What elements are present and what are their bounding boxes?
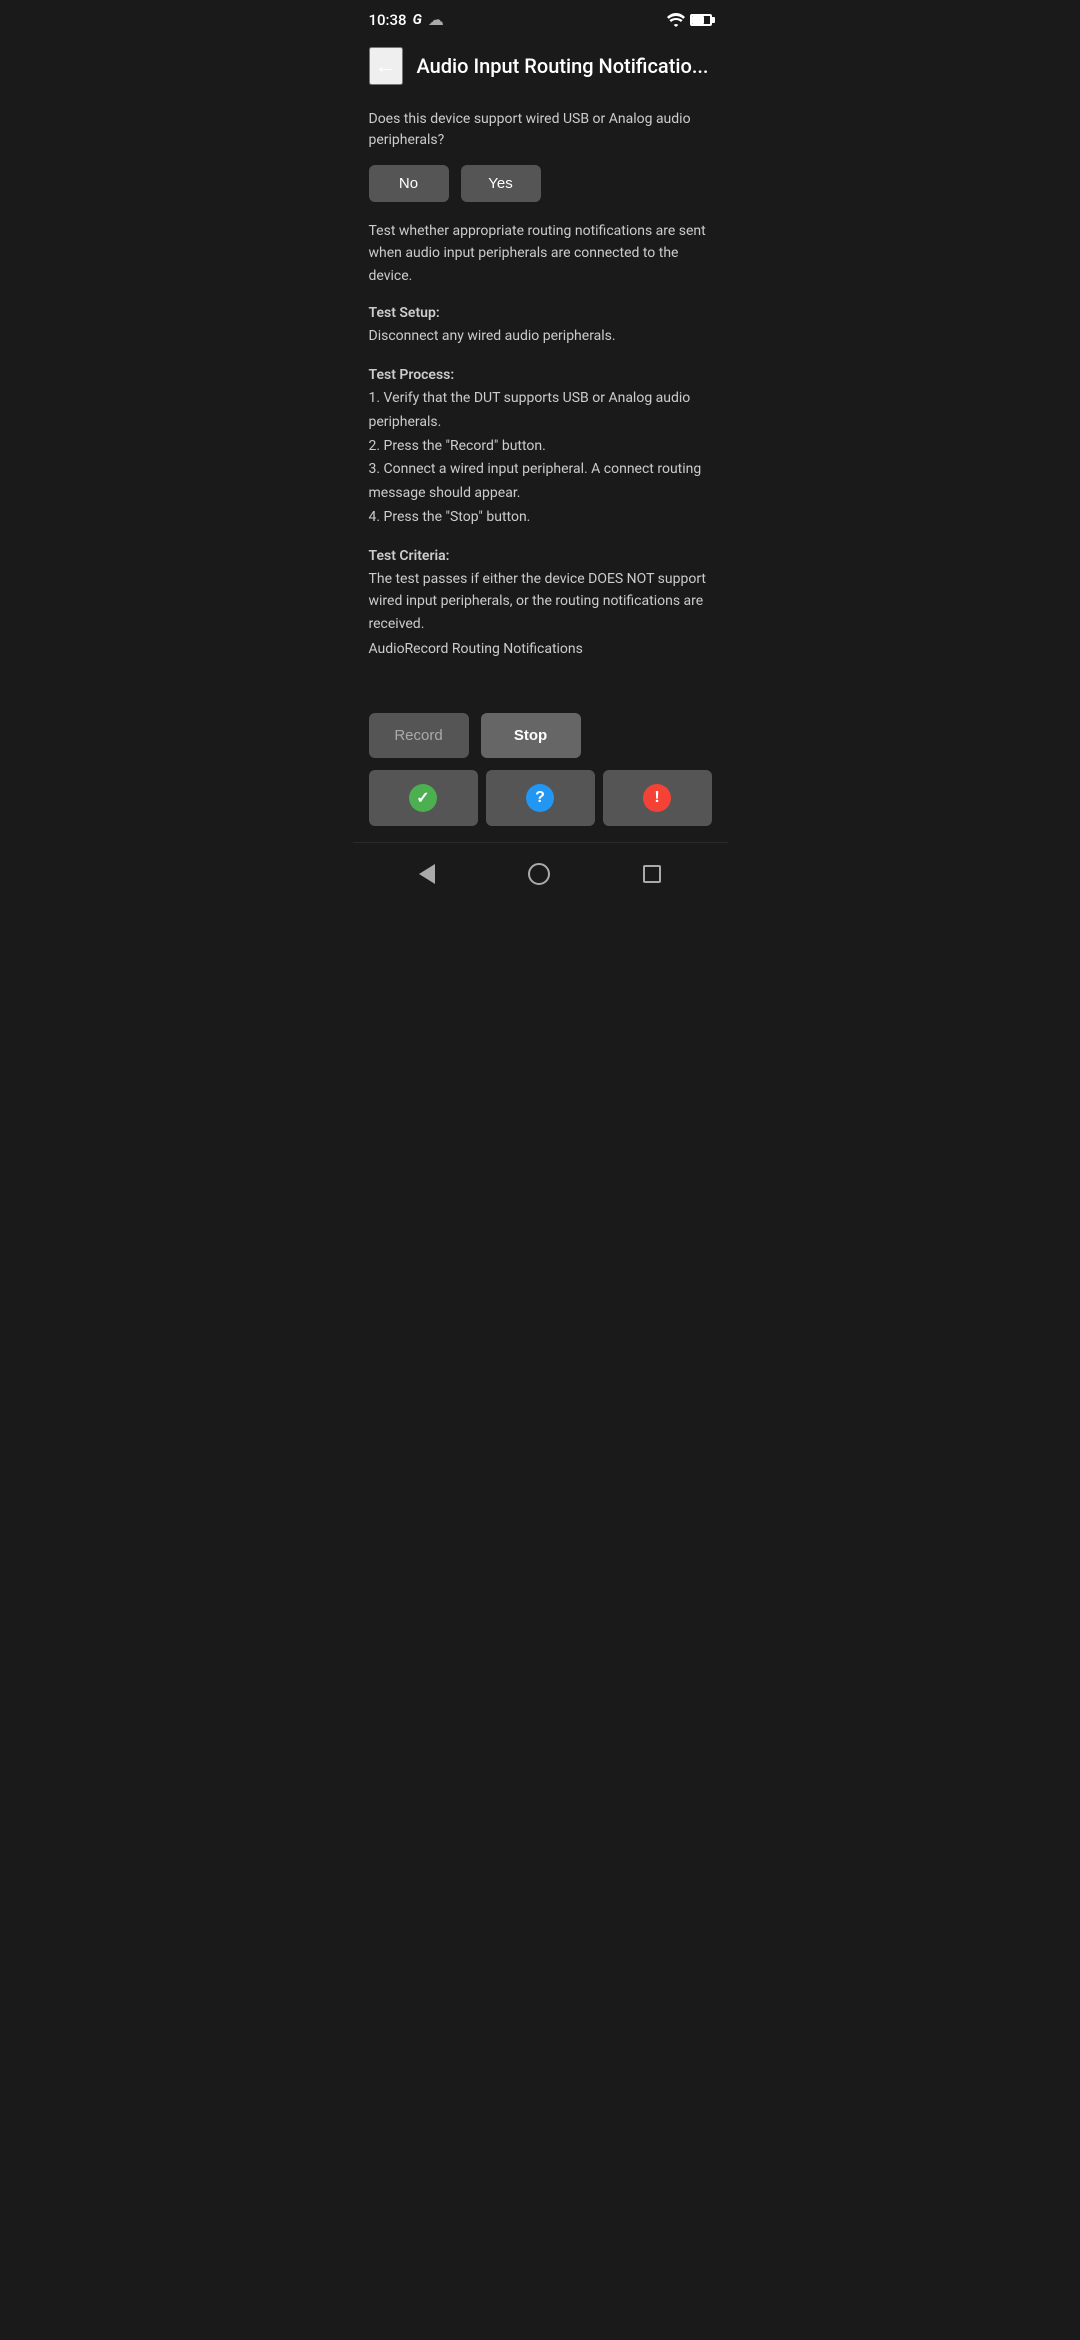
- test-process-header: Test Process:: [369, 367, 712, 383]
- back-nav-icon: [419, 864, 435, 884]
- status-google-icon: G: [413, 12, 422, 28]
- fail-icon: !: [643, 784, 671, 812]
- home-nav-icon: [528, 863, 550, 885]
- main-content: Does this device support wired USB or An…: [353, 101, 728, 697]
- test-criteria-name: AudioRecord Routing Notifications: [369, 641, 712, 657]
- result-buttons: ✓ ? !: [353, 770, 728, 842]
- pass-icon: ✓: [409, 784, 437, 812]
- bottom-nav: [353, 842, 728, 913]
- status-cloud-icon: ☁: [428, 10, 444, 29]
- recent-nav-button[interactable]: [627, 857, 677, 891]
- test-setup-body: Disconnect any wired audio peripherals.: [369, 325, 712, 349]
- question-text: Does this device support wired USB or An…: [369, 109, 712, 151]
- yes-button[interactable]: Yes: [461, 165, 541, 202]
- status-right: [667, 13, 712, 27]
- fail-button[interactable]: !: [603, 770, 712, 826]
- status-left: 10:38 G ☁: [369, 10, 444, 29]
- battery-icon: [690, 14, 712, 26]
- recent-nav-icon: [643, 865, 661, 883]
- back-button[interactable]: ←: [369, 47, 403, 85]
- status-bar: 10:38 G ☁: [353, 0, 728, 35]
- wifi-icon: [667, 13, 685, 27]
- test-criteria-header: Test Criteria:: [369, 548, 712, 564]
- info-icon: ?: [526, 784, 554, 812]
- header: ← Audio Input Routing Notificatio...: [353, 35, 728, 101]
- action-buttons: Record Stop: [353, 697, 728, 770]
- record-button[interactable]: Record: [369, 713, 469, 758]
- description-text: Test whether appropriate routing notific…: [369, 220, 712, 287]
- no-button[interactable]: No: [369, 165, 449, 202]
- back-nav-button[interactable]: [403, 856, 451, 892]
- test-process-body: 1. Verify that the DUT supports USB or A…: [369, 387, 712, 530]
- info-button[interactable]: ?: [486, 770, 595, 826]
- choice-buttons: No Yes: [369, 165, 712, 202]
- pass-button[interactable]: ✓: [369, 770, 478, 826]
- home-nav-button[interactable]: [512, 855, 566, 893]
- page-title: Audio Input Routing Notificatio...: [417, 54, 712, 78]
- test-setup-header: Test Setup:: [369, 305, 712, 321]
- status-time: 10:38: [369, 11, 407, 29]
- test-criteria-body: The test passes if either the device DOE…: [369, 568, 712, 635]
- stop-button[interactable]: Stop: [481, 713, 581, 758]
